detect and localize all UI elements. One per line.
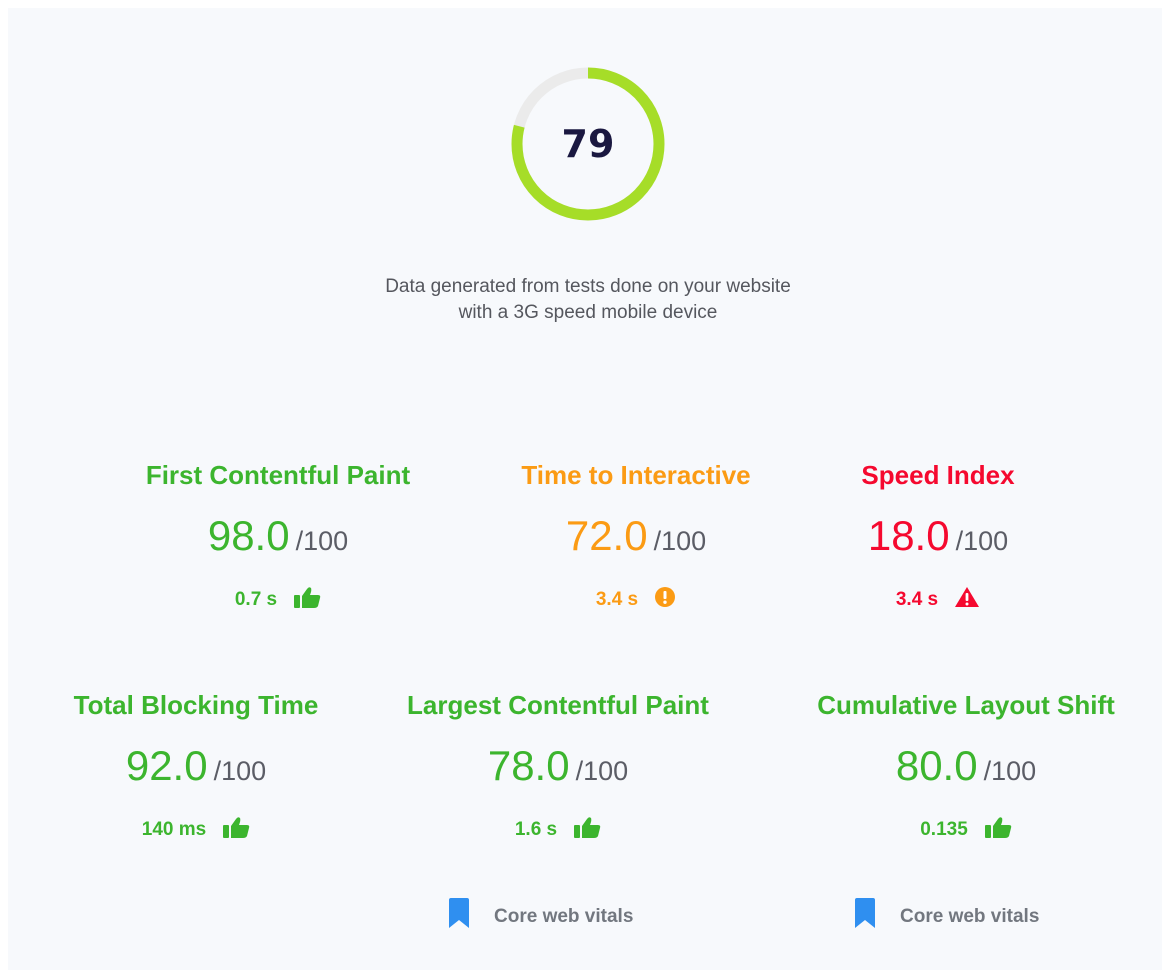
metric-score-value: 18.0 xyxy=(867,512,950,559)
metric-score-max: /100 xyxy=(213,756,267,786)
metric-score: 18.0/100 xyxy=(748,512,1128,560)
overall-score-gauge: 79 xyxy=(506,62,670,226)
thumbs-up-icon xyxy=(222,816,250,844)
metric-name: Largest Contentful Paint xyxy=(407,690,709,720)
metric-score-value: 80.0 xyxy=(895,742,978,789)
test-description: Data generated from tests done on your w… xyxy=(385,276,791,323)
performance-panel: 79 Data generated from tests done on you… xyxy=(8,8,1162,970)
metric-score: 78.0/100 xyxy=(368,742,748,790)
metric-largest-contentful-paint: Largest Contentful Paint 78.0/100 1.6 s xyxy=(368,690,748,840)
metric-score: 92.0/100 xyxy=(6,742,386,790)
metric-timing-value: 1.6 s xyxy=(514,819,558,840)
thumbs-up-icon xyxy=(293,586,321,614)
metric-total-blocking-time: Total Blocking Time 92.0/100 140 ms xyxy=(6,690,386,840)
core-web-vitals-label: Core web vitals xyxy=(900,906,1040,927)
core-web-vitals-link-cls[interactable]: Core web vitals xyxy=(854,898,1039,928)
metric-score-value: 92.0 xyxy=(125,742,208,789)
metric-timing-value: 3.4 s xyxy=(895,589,939,610)
metric-timing: 0.135 xyxy=(776,816,1156,844)
metric-timing-value: 140 ms xyxy=(141,819,207,840)
warning-triangle-icon xyxy=(954,586,980,614)
thumbs-up-icon xyxy=(984,816,1012,844)
metric-timing-value: 0.7 s xyxy=(234,589,278,610)
thumbs-up-icon xyxy=(573,816,601,844)
core-web-vitals-link-lcp[interactable]: Core web vitals xyxy=(448,898,633,928)
metric-score-max: /100 xyxy=(575,756,629,786)
metric-score-max: /100 xyxy=(295,526,349,556)
metric-score-max: /100 xyxy=(653,526,707,556)
metric-name: Speed Index xyxy=(861,460,1015,490)
bookmark-icon xyxy=(448,898,470,934)
metric-score-value: 78.0 xyxy=(487,742,570,789)
metric-name: Total Blocking Time xyxy=(73,690,319,720)
metric-name: First Contentful Paint xyxy=(145,460,411,490)
metric-first-contentful-paint: First Contentful Paint 98.0/100 0.7 s xyxy=(88,460,468,610)
metric-name: Cumulative Layout Shift xyxy=(817,690,1115,720)
overall-score-value: 79 xyxy=(561,122,615,166)
metric-score: 80.0/100 xyxy=(776,742,1156,790)
metric-cumulative-layout-shift: Cumulative Layout Shift 80.0/100 0.135 xyxy=(776,690,1156,840)
metric-score-max: /100 xyxy=(955,526,1009,556)
metric-score-max: /100 xyxy=(983,756,1037,786)
metric-score-value: 98.0 xyxy=(207,512,290,559)
metric-timing: 140 ms xyxy=(6,816,386,844)
metric-timing: 0.7 s xyxy=(88,586,468,614)
exclamation-circle-icon xyxy=(654,586,676,614)
metric-score-value: 72.0 xyxy=(565,512,648,559)
metric-timing: 1.6 s xyxy=(368,816,748,844)
core-web-vitals-label: Core web vitals xyxy=(494,906,634,927)
metric-score: 98.0/100 xyxy=(88,512,468,560)
metric-speed-index: Speed Index 18.0/100 3.4 s xyxy=(748,460,1128,610)
metric-timing: 3.4 s xyxy=(748,586,1128,614)
metric-timing-value: 3.4 s xyxy=(595,589,639,610)
metric-timing-value: 0.135 xyxy=(920,819,968,840)
bookmark-icon xyxy=(854,898,876,934)
